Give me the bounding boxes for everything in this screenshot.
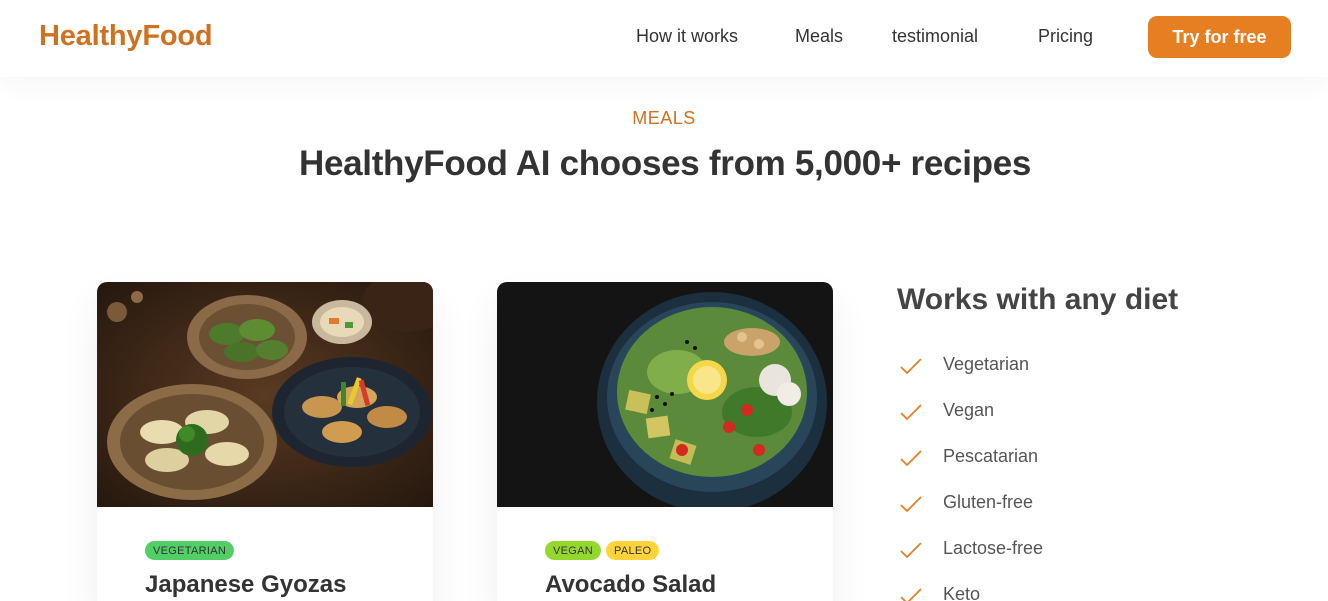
diet-list: Vegetarian Vegan Pescatarian Gluten-free… — [899, 352, 1043, 601]
diet-item: Pescatarian — [899, 444, 1043, 490]
diet-heading: Works with any diet — [897, 283, 1179, 316]
section-subheading: MEALS — [632, 108, 696, 128]
checkmark-icon — [900, 496, 922, 513]
nav-pricing[interactable]: Pricing — [1038, 26, 1093, 47]
checkmark-icon — [900, 542, 922, 559]
meal-title[interactable]: Avocado Salad — [545, 571, 716, 599]
meal-tags: VEGAN PALEO — [545, 541, 660, 560]
section-heading: HealthyFood AI chooses from 5,000+ recip… — [298, 144, 1032, 183]
diet-item: Vegetarian — [899, 352, 1043, 398]
tag-vegetarian: VEGETARIAN — [145, 541, 235, 560]
meal-tags: VEGETARIAN — [145, 541, 235, 560]
diet-label: Keto — [943, 584, 981, 601]
diet-item: Keto — [899, 582, 1043, 601]
diet-label: Vegetarian — [943, 354, 1030, 374]
logo[interactable]: HealthyFood — [39, 20, 213, 53]
nav-testimonial[interactable]: testimonial — [892, 26, 978, 47]
diet-label: Gluten-free — [943, 492, 1034, 512]
checkmark-icon — [900, 358, 922, 375]
gyoza-plate-image — [97, 282, 433, 507]
diet-item: Gluten-free — [899, 490, 1043, 536]
diet-label: Pescatarian — [943, 446, 1039, 466]
checkmark-icon — [900, 588, 922, 601]
checkmark-icon — [900, 450, 922, 467]
tag-paleo: PALEO — [606, 541, 660, 560]
diet-item: Vegan — [899, 398, 1043, 444]
diet-label: Lactose-free — [943, 538, 1044, 558]
nav-meals[interactable]: Meals — [795, 26, 843, 47]
diet-label: Vegan — [943, 400, 995, 420]
try-for-free-button[interactable]: Try for free — [1148, 16, 1291, 58]
meal-card-avocado-salad[interactable]: VEGAN PALEO Avocado Salad — [497, 282, 833, 601]
salad-bowl-image — [497, 282, 833, 507]
checkmark-icon — [900, 404, 922, 421]
nav-how-it-works[interactable]: How it works — [636, 26, 738, 47]
meal-title[interactable]: Japanese Gyozas — [145, 571, 346, 599]
tag-vegan: VEGAN — [545, 541, 602, 560]
site-header: HealthyFood How it works Meals testimoni… — [0, 0, 1328, 77]
diet-item: Lactose-free — [899, 536, 1043, 582]
meal-card-gyozas[interactable]: VEGETARIAN Japanese Gyozas — [97, 282, 433, 601]
